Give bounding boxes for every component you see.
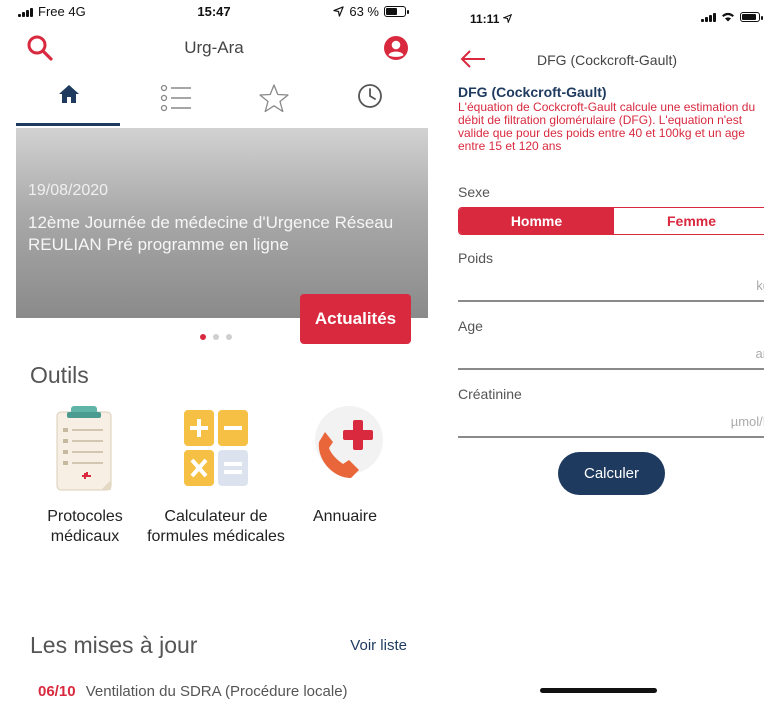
carousel-dot[interactable] (200, 334, 206, 340)
age-unit: an (755, 346, 764, 361)
active-tab-indicator (16, 123, 120, 126)
tab-list[interactable] (122, 80, 229, 126)
creatinine-unit: µmol/L (730, 414, 764, 429)
home-icon (58, 85, 79, 103)
battery-icon (384, 6, 409, 17)
news-headline[interactable]: 12ème Journée de médecine d'Urgence Rése… (28, 212, 423, 256)
news-carousel[interactable]: 19/08/2020 12ème Journée de médecine d'U… (16, 128, 428, 318)
updates-title: Les mises à jour (30, 632, 198, 658)
update-date: 06/10 (38, 683, 76, 700)
tool-label: Annuaire (312, 508, 378, 525)
calculator-description: L'équation de Cockcroft-Gault calcule un… (458, 100, 756, 153)
calculator-icon (184, 410, 248, 486)
tools-title: Outils (30, 362, 89, 388)
location-icon (501, 13, 512, 25)
status-icons (701, 12, 763, 22)
star-icon (258, 84, 289, 113)
tool-label: Calculateur de formules médicales (147, 508, 285, 545)
update-text: Ventilation du SDRA (Procédure locale) (85, 683, 348, 700)
status-bar: 11:11 (443, 0, 764, 26)
carousel-dots[interactable] (200, 334, 232, 340)
clock-icon (357, 84, 382, 108)
tool-directory[interactable]: Annuaire (280, 400, 410, 527)
calculate-button[interactable]: Calculer (558, 452, 665, 495)
news-button[interactable]: Actualités (300, 294, 411, 344)
tool-protocols[interactable]: Protocoles médicaux (20, 400, 150, 547)
calculator-title: DFG (Cockcroft-Gault) (458, 84, 607, 100)
back-arrow-icon[interactable] (459, 48, 487, 70)
left-phone-screen: Free 4G 15:47 63 % Urg-Ara 19/08/2020 12… (0, 0, 428, 703)
sex-option-homme[interactable]: Homme (459, 208, 614, 234)
news-date: 19/08/2020 (28, 182, 109, 199)
update-item[interactable]: 06/10 Ventilation du SDRA (Procédure loc… (38, 683, 348, 700)
battery-info: 63 % (333, 4, 409, 19)
location-icon (333, 6, 345, 17)
app-title: Urg-Ara (184, 38, 244, 57)
nav-title: DFG (Cockcroft-Gault) (537, 52, 678, 68)
creatinine-input[interactable]: µmol/L (458, 408, 764, 438)
sex-option-femme[interactable]: Femme (614, 208, 764, 234)
creatinine-label: Créatinine (458, 386, 522, 402)
tab-favorites[interactable] (220, 80, 327, 126)
carousel-dot[interactable] (213, 334, 219, 340)
clipboard-icon (56, 406, 112, 491)
list-icon (160, 84, 191, 112)
tab-bar (0, 80, 428, 126)
sex-segmented-control[interactable]: Homme Femme (458, 207, 764, 235)
phone-icon (315, 406, 383, 478)
age-input[interactable]: an (458, 340, 764, 370)
wifi-icon (722, 12, 734, 22)
right-phone-screen: 11:11 DFG (Cockcroft-Gault) DFG (Cockcro… (443, 0, 764, 703)
weight-unit: kg (756, 278, 764, 293)
status-time-label: 11:11 (470, 12, 500, 26)
app-bar: Urg-Ara (0, 30, 428, 64)
signal-icon (701, 12, 716, 22)
tool-calculator[interactable]: Calculateur de formules médicales (146, 400, 286, 547)
battery-percent: 63 % (349, 4, 379, 19)
tab-home[interactable] (15, 80, 122, 126)
see-list-link[interactable]: Voir liste (350, 637, 407, 654)
user-icon[interactable] (382, 34, 410, 62)
battery-icon (740, 12, 763, 22)
status-time: 11:11 (470, 12, 512, 26)
tab-history[interactable] (316, 80, 423, 126)
sex-label: Sexe (458, 184, 490, 200)
navigation-bar: DFG (Cockcroft-Gault) (443, 44, 764, 74)
weight-label: Poids (458, 250, 494, 266)
carousel-dot[interactable] (226, 334, 232, 340)
home-indicator[interactable] (540, 688, 657, 693)
tool-label: Protocoles médicaux (47, 508, 123, 545)
status-bar: Free 4G 15:47 63 % (0, 0, 428, 22)
weight-input[interactable]: kg (458, 272, 764, 302)
age-label: Age (458, 318, 483, 334)
